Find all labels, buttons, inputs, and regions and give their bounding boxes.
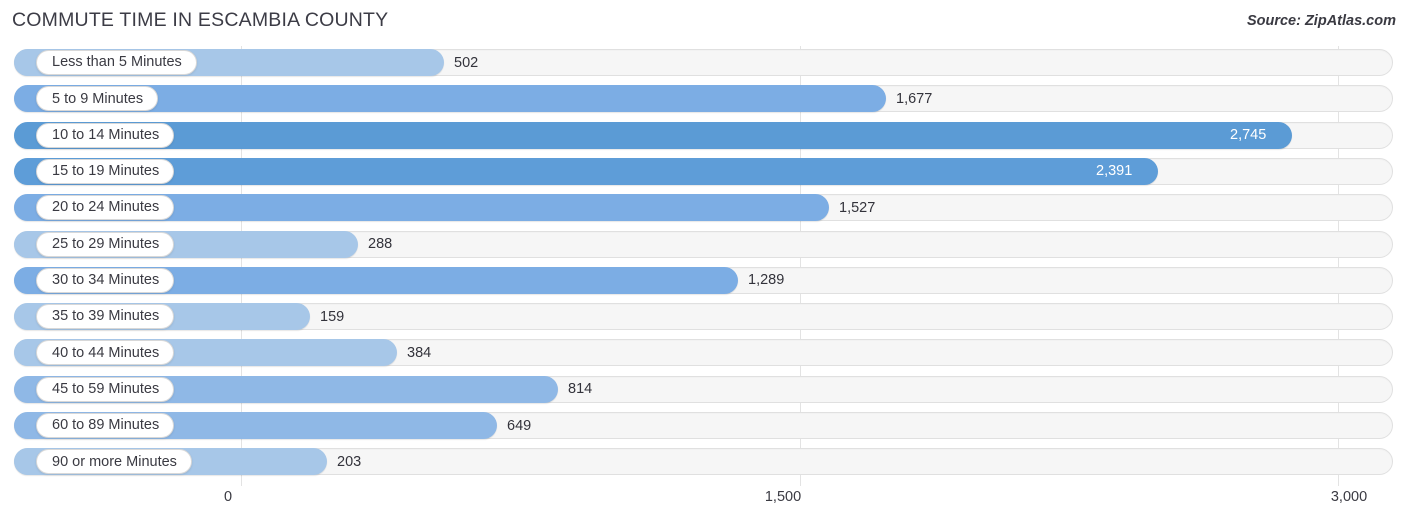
x-axis-tick-label: 1,500 [764, 489, 802, 505]
bar-value-label-inside: 2,745 [1230, 127, 1267, 144]
category-label: 30 to 34 Minutes [52, 272, 160, 289]
category-label-pill: 20 to 24 Minutes [36, 195, 175, 221]
chart-plot-area: Less than 5 Minutes 502 5 to 9 Minutes 1,67… [0, 46, 1406, 486]
category-label: 45 to 59 Minutes [52, 380, 160, 397]
category-label: 20 to 24 Minutes [52, 199, 160, 216]
category-label: 25 to 29 Minutes [52, 235, 160, 252]
page-title: COMMUTE TIME IN ESCAMBIA COUNTY [12, 9, 389, 31]
bar-fill[interactable] [14, 121, 1292, 149]
bar-row[interactable]: 20 to 24 Minutes 1,527 [14, 194, 1393, 222]
bar-value-label: 288 [368, 236, 393, 252]
bar-value-label: 814 [568, 381, 593, 398]
x-axis-tick-label: 0 [223, 489, 233, 505]
bar-row[interactable]: 15 to 19 Minutes 2,391 [14, 157, 1393, 185]
bar-value-label: 649 [507, 417, 532, 434]
bar-row[interactable]: 5 to 9 Minutes 1,677 [14, 85, 1393, 113]
category-label: 60 to 89 Minutes [52, 417, 160, 434]
category-label-pill: 40 to 44 Minutes [36, 340, 175, 366]
bar-row[interactable]: 25 to 29 Minutes 288 [14, 230, 1393, 258]
bar-row[interactable]: 60 to 89 Minutes 649 [14, 412, 1393, 439]
category-label: 5 to 9 Minutes [52, 90, 144, 107]
category-label-pill: 30 to 34 Minutes [36, 267, 175, 293]
category-label: Less than 5 Minutes [52, 54, 182, 71]
category-label: 90 or more Minutes [52, 453, 177, 470]
category-label: 10 to 14 Minutes [52, 126, 160, 143]
bar-row[interactable]: 10 to 14 Minutes 2,745 [14, 121, 1393, 149]
category-label-pill: 45 to 59 Minutes [36, 376, 175, 402]
category-label-pill: 15 to 19 Minutes [36, 158, 175, 184]
bar-rows: Less than 5 Minutes 502 5 to 9 Minutes 1,67… [0, 46, 1406, 486]
category-label-pill: 25 to 29 Minutes [36, 231, 175, 257]
x-axis: 0 1,500 3,000 [0, 486, 1406, 522]
bar-value-label: 159 [320, 308, 345, 325]
bar-value-label-inside: 2,391 [1096, 163, 1133, 180]
category-label-pill: 10 to 14 Minutes [36, 122, 175, 148]
source-attribution: Source: ZipAtlas.com [1246, 13, 1396, 29]
category-label-pill: 35 to 39 Minutes [36, 304, 175, 330]
bar-row[interactable]: 40 to 44 Minutes 384 [14, 339, 1393, 367]
category-label: 15 to 19 Minutes [52, 163, 160, 180]
bar-fill[interactable] [14, 157, 1158, 185]
bar-value-label: 1,289 [748, 272, 785, 289]
bar-value-label: 1,677 [896, 90, 933, 107]
bar-row[interactable]: 30 to 34 Minutes 1,289 [14, 266, 1393, 294]
category-label-pill: Less than 5 Minutes [36, 50, 197, 75]
bar-value-label: 203 [337, 453, 362, 470]
bar-value-label: 502 [454, 54, 479, 71]
chart-header: COMMUTE TIME IN ESCAMBIA COUNTY Source: … [0, 0, 1406, 44]
category-label: 40 to 44 Minutes [52, 344, 160, 361]
bar-row[interactable]: 35 to 39 Minutes 159 [14, 303, 1393, 331]
category-label-pill: 90 or more Minutes [36, 449, 192, 475]
bar-row[interactable]: 90 or more Minutes 203 [14, 448, 1393, 476]
bar-row[interactable]: Less than 5 Minutes 502 [14, 49, 1393, 76]
bar-value-label: 384 [407, 344, 432, 361]
x-axis-tick-label: 3,000 [1330, 489, 1368, 505]
category-label: 35 to 39 Minutes [52, 308, 160, 325]
category-label-pill: 5 to 9 Minutes [36, 86, 159, 112]
bar-value-label: 1,527 [839, 199, 876, 216]
category-label-pill: 60 to 89 Minutes [36, 413, 175, 438]
bar-row[interactable]: 45 to 59 Minutes 814 [14, 375, 1393, 403]
